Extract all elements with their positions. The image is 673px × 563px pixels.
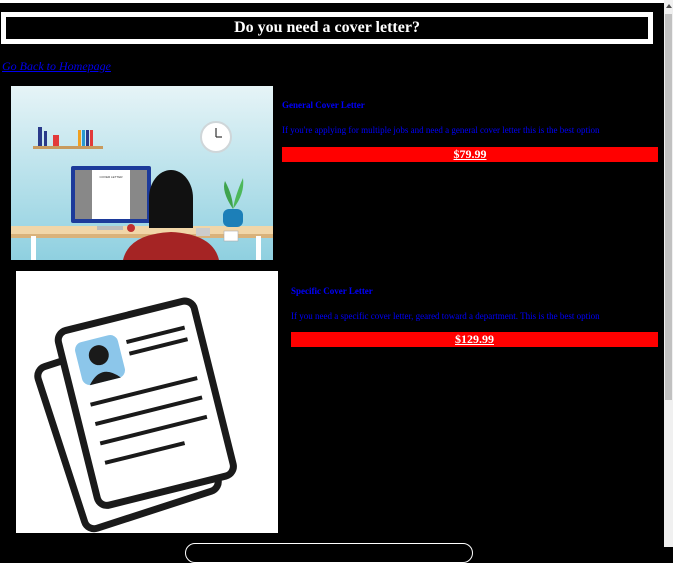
page-header: Do you need a cover letter? xyxy=(1,12,653,44)
product-title-specific: Specific Cover Letter xyxy=(291,286,373,296)
price-button-general[interactable]: $79.99 xyxy=(282,147,658,162)
office-illustration: COVER LETTER xyxy=(11,86,273,260)
page-title: Do you need a cover letter? xyxy=(234,19,420,36)
bottom-button-partial[interactable] xyxy=(185,543,473,563)
vertical-scrollbar[interactable] xyxy=(664,0,673,547)
back-to-homepage-link[interactable]: Go Back to Homepage xyxy=(2,59,111,74)
scroll-up-arrow-icon[interactable] xyxy=(666,4,672,8)
resume-document-illustration xyxy=(16,271,278,533)
header-inner: Do you need a cover letter? xyxy=(10,19,644,36)
screen-doc-label: COVER LETTER xyxy=(99,175,123,179)
product-description-specific: If you need a specific cover letter, gea… xyxy=(291,311,600,321)
price-button-specific[interactable]: $129.99 xyxy=(291,332,658,347)
product-description-general: If you're applying for multiple jobs and… xyxy=(282,125,600,135)
scrollbar-thumb[interactable] xyxy=(665,14,672,400)
product-title-general: General Cover Letter xyxy=(282,100,365,110)
window-top-edge xyxy=(0,0,673,3)
